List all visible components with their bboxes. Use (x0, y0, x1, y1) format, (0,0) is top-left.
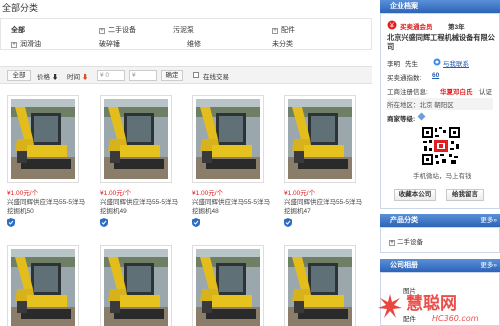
category-repair[interactable]: 维修 (187, 39, 201, 49)
vip-label: 买卖通会员 (400, 24, 433, 31)
shield-icon (7, 218, 15, 227)
product-image[interactable] (100, 95, 172, 183)
product-image[interactable] (100, 245, 172, 326)
confirm-button[interactable]: 确定 (161, 70, 183, 81)
category-breaker[interactable]: 破碎锤 (99, 39, 120, 49)
section-title: 公司相册 (390, 262, 418, 269)
category-all[interactable]: 全部 (11, 25, 25, 35)
vip-years: 第3年 (448, 24, 465, 31)
product-image[interactable] (192, 95, 264, 183)
contact-link[interactable]: 与我联系 (443, 58, 469, 68)
album-header: 公司相册 更多» (380, 259, 500, 272)
product-card[interactable] (100, 245, 180, 326)
contact-name: 李明 (387, 61, 400, 68)
product-price: ¥1.00元/个 (192, 190, 224, 197)
excavator-photo (11, 249, 75, 326)
more-link[interactable]: 更多» (480, 214, 497, 227)
hc360-watermark-logo: 慧聪网 HC360.com (378, 293, 479, 323)
product-category-header: 产品分类 更多» (380, 214, 500, 227)
price-from-input[interactable]: ¥ 0 (97, 70, 125, 81)
category-parts[interactable]: + 配件 (272, 25, 295, 35)
expand-icon: + (389, 240, 395, 246)
product-card[interactable]: ¥1.00元/个 兴盛同辉供应洋马55-5洋马挖掘机48 (192, 95, 272, 229)
product-card[interactable]: ¥1.00元/个 兴盛同辉供应洋马55-5洋马挖掘机47 (284, 95, 364, 229)
location: 所在地区：北京 朝阳区 (387, 98, 493, 110)
product-category-list: + 二手设备 (380, 227, 500, 253)
section-title: 产品分类 (390, 217, 418, 224)
watermark-text: 慧聪网 (406, 293, 457, 314)
excavator-photo (196, 249, 260, 326)
more-link[interactable]: 更多» (480, 259, 497, 272)
category-used-equipment[interactable]: + 二手设备 (99, 25, 136, 35)
product-card[interactable]: ¥1.00元/个 兴盛同辉供应洋马55-5洋马挖掘机49 (100, 95, 180, 229)
expand-icon[interactable]: + (99, 28, 105, 34)
online-trade-checkbox[interactable] (193, 72, 199, 78)
credit-label: 买卖通指数: (387, 75, 422, 82)
excavator-photo (288, 99, 352, 179)
product-name[interactable]: 兴盛同辉供应洋马55-5洋马挖掘机49 (100, 198, 180, 216)
leave-message-button[interactable]: 给我留言 (446, 189, 484, 201)
product-image[interactable] (284, 245, 356, 326)
product-image[interactable] (7, 245, 79, 326)
expand-icon[interactable]: + (272, 28, 278, 34)
category-lubricant[interactable]: + 润滑油 (11, 39, 41, 49)
qr-caption: 手机微站，马上有钱 (413, 173, 472, 180)
chat-icon[interactable] (433, 58, 441, 66)
main-content: 全部分类 全部 + 二手设备 污泥泵 + 配件 + 润滑油 破碎锤 维修 未分类 全部… (0, 0, 376, 326)
category-uncategorized[interactable]: 未分类 (272, 39, 293, 49)
sort-time[interactable]: 时间 ⬇ (67, 71, 88, 81)
credit-value[interactable]: 60 (432, 72, 439, 79)
contact-title: 先生 (405, 61, 418, 68)
product-category-item[interactable]: + 二手设备 (389, 236, 423, 246)
sort-price[interactable]: 价格 ⬇ (37, 71, 58, 81)
excavator-photo (288, 249, 352, 326)
product-price: ¥1.00元/个 (100, 190, 132, 197)
merchant-level: 商家等级: (387, 116, 416, 123)
product-card[interactable] (7, 245, 87, 326)
excavator-photo (196, 99, 260, 179)
product-image[interactable] (284, 95, 356, 183)
business-label: 工商注册信息: (387, 89, 428, 96)
product-image[interactable] (192, 245, 264, 326)
business-value[interactable]: 华夏邓白氏 (440, 86, 473, 96)
product-name[interactable]: 兴盛同辉供应洋马55-5洋马挖掘机50 (7, 198, 87, 216)
qr-code-icon (421, 126, 461, 166)
business-suffix: 认证 (479, 89, 492, 96)
excavator-photo (11, 99, 75, 179)
category-panel: 全部 + 二手设备 污泥泵 + 配件 + 润滑油 破碎锤 维修 未分类 (0, 18, 372, 50)
price-to-input[interactable]: ¥ (129, 70, 157, 81)
section-title: 企业档案 (390, 3, 418, 10)
product-name[interactable]: 兴盛同辉供应洋马55-5洋马挖掘机48 (192, 198, 272, 216)
excavator-photo (104, 99, 168, 179)
shield-icon (100, 218, 108, 227)
product-price: ¥1.00元/个 (7, 190, 39, 197)
watermark-url: HC360.com (432, 314, 479, 323)
save-company-button[interactable]: 收藏本公司 (394, 189, 436, 201)
expand-icon[interactable]: + (11, 42, 17, 48)
svg-text:¥: ¥ (390, 23, 394, 30)
shield-icon (284, 218, 292, 227)
product-name[interactable]: 兴盛同辉供应洋马55-5洋马挖掘机47 (284, 198, 364, 216)
company-section-header: 企业档案 (380, 0, 500, 13)
company-profile: ¥ 买卖通会员 第3年 北京兴盛同辉工程机械设备有限公司 李明 先生 与我联系 … (380, 13, 500, 209)
excavator-photo (104, 249, 168, 326)
product-card[interactable] (284, 245, 364, 326)
product-card[interactable]: ¥1.00元/个 兴盛同辉供应洋马55-5洋马挖掘机50 (7, 95, 87, 229)
product-card[interactable] (192, 245, 272, 326)
shield-icon (192, 218, 200, 227)
page-title: 全部分类 (2, 3, 39, 13)
online-trade-label: 在线交易 (203, 74, 229, 81)
company-name[interactable]: 北京兴盛同辉工程机械设备有限公司 (387, 33, 495, 51)
product-image[interactable] (7, 95, 79, 183)
sort-down-icon: ⬇ (81, 74, 89, 81)
sidebar: 企业档案 ¥ 买卖通会员 第3年 北京兴盛同辉工程机械设备有限公司 李明 先生 … (380, 0, 500, 326)
product-price: ¥1.00元/个 (284, 190, 316, 197)
filter-bar: 全部 价格 ⬇ 时间 ⬇ ¥ 0 ¥ 确定 在线交易 (0, 66, 372, 84)
level-icon (417, 112, 426, 121)
sort-down-icon: ⬇ (51, 74, 59, 81)
category-sludge-pump[interactable]: 污泥泵 (173, 25, 194, 35)
vip-icon: ¥ (387, 20, 397, 30)
filter-all-button[interactable]: 全部 (7, 70, 31, 81)
